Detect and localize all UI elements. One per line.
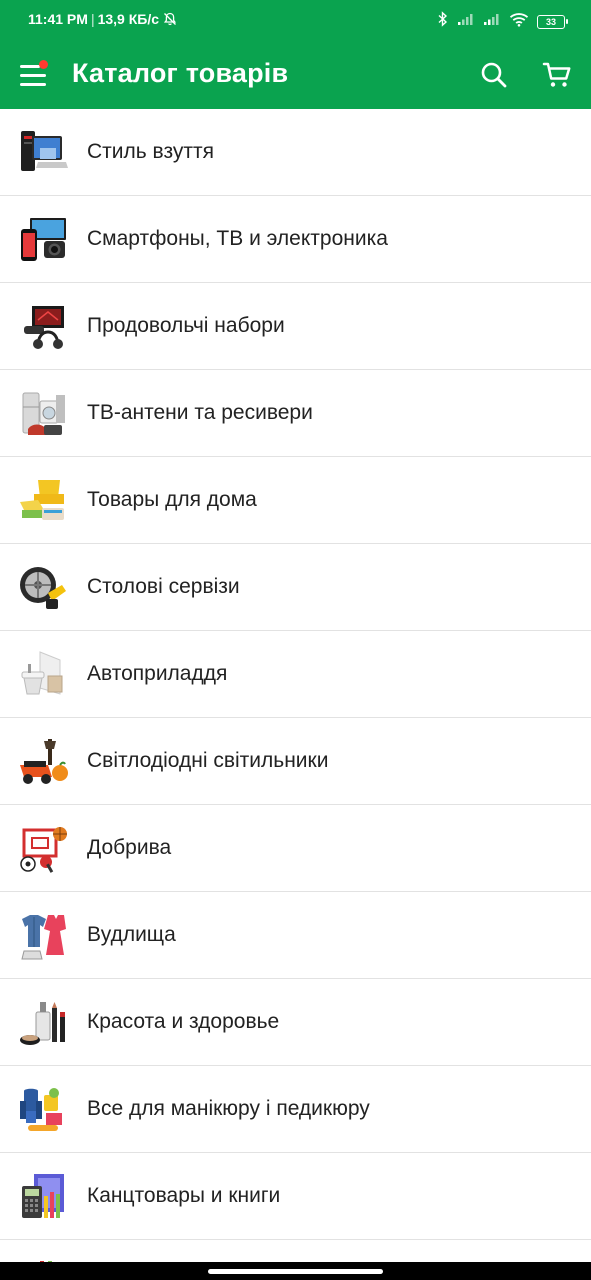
- signal-icon: [457, 12, 475, 31]
- list-item-label: Все для манікюру і педикюру: [87, 1097, 370, 1120]
- status-right: 33: [437, 11, 568, 32]
- page-title: Каталог товарів: [72, 58, 289, 88]
- list-item[interactable]: Вудлища: [0, 892, 591, 979]
- sports-icon: [20, 827, 67, 873]
- list-item[interactable]: Добрива: [0, 805, 591, 892]
- list-item[interactable]: Все для манікюру і педикюру: [0, 1066, 591, 1153]
- status-separator: |: [90, 11, 95, 27]
- list-item[interactable]: Красота и здоровье: [0, 979, 591, 1066]
- list-item[interactable]: Стиль взуття: [0, 109, 591, 196]
- list-item-label: Канцтовары и книги: [87, 1184, 281, 1207]
- home-gesture-handle[interactable]: [208, 1269, 383, 1274]
- battery-icon: 33: [537, 14, 568, 29]
- bluetooth-icon: [437, 11, 449, 32]
- status-speed: 13,9 КБ/с: [97, 11, 159, 27]
- list-item-label: Вудлища: [87, 923, 176, 946]
- list-item-label: Світлодіодні світильники: [87, 749, 329, 772]
- cart-button[interactable]: [541, 60, 573, 90]
- garden-icon: [20, 739, 68, 784]
- bell-off-icon: [163, 12, 177, 26]
- list-item-label: Красота и здоровье: [87, 1010, 280, 1033]
- status-bar: 11:41 PM | 13,9 КБ/с 33: [0, 0, 591, 40]
- list-item[interactable]: Канцтовары и книги: [0, 1153, 591, 1240]
- list-item[interactable]: Смартфоны, ТВ и электроника: [0, 196, 591, 283]
- gaming-icon: [24, 306, 64, 349]
- search-icon: [481, 62, 507, 88]
- signal-icon: [483, 12, 501, 31]
- notification-badge: [39, 60, 48, 69]
- list-item[interactable]: Столові сервізи: [0, 544, 591, 631]
- appliances-icon: [22, 392, 65, 435]
- menu-icon: [20, 65, 40, 68]
- list-item-label: Автоприладдя: [87, 662, 228, 685]
- menu-button[interactable]: [18, 60, 50, 90]
- status-left: 11:41 PM | 13,9 КБ/с: [28, 11, 177, 27]
- list-item[interactable]: Товары для дома: [0, 457, 591, 544]
- beauty-icon: [20, 1002, 65, 1045]
- list-item-label: Продовольчі набори: [87, 314, 285, 337]
- app-bar: Каталог товарів: [0, 40, 591, 109]
- category-list: Стиль взуття Смартфоны, ТВ и электроника…: [0, 109, 591, 1280]
- list-item[interactable]: ТВ-антени та ресивери: [0, 370, 591, 457]
- list-item[interactable]: Продовольчі набори: [0, 283, 591, 370]
- search-button[interactable]: [479, 60, 509, 90]
- auto-tools-icon: [20, 567, 66, 609]
- kids-icon: [20, 1088, 62, 1131]
- battery-level: 33: [545, 16, 556, 27]
- list-item[interactable]: Світлодіодні світильники: [0, 718, 591, 805]
- status-time: 11:41 PM: [28, 11, 88, 27]
- list-item[interactable]: Автоприладдя: [0, 631, 591, 718]
- list-item-label: Стиль взуття: [87, 140, 214, 163]
- smartphones-tv-icon: [21, 218, 66, 261]
- menu-icon-line: [20, 83, 46, 86]
- list-item-label: Смартфоны, ТВ и электроника: [87, 227, 388, 250]
- home-goods-icon: [20, 480, 64, 520]
- system-navigation-bar: [0, 1262, 591, 1280]
- menu-icon-line: [20, 74, 46, 77]
- list-item-label: Товары для дома: [87, 488, 257, 511]
- clothing-icon: [21, 915, 66, 960]
- stationery-icon: [22, 1174, 64, 1218]
- cart-icon: [542, 62, 571, 87]
- wifi-icon: [509, 12, 529, 32]
- list-item-label: Столові сервізи: [87, 575, 240, 598]
- plumbing-icon: [21, 651, 63, 695]
- list-item-label: ТВ-антени та ресивери: [87, 401, 313, 424]
- computers-icon: [21, 131, 68, 171]
- list-item-label: Добрива: [87, 836, 172, 859]
